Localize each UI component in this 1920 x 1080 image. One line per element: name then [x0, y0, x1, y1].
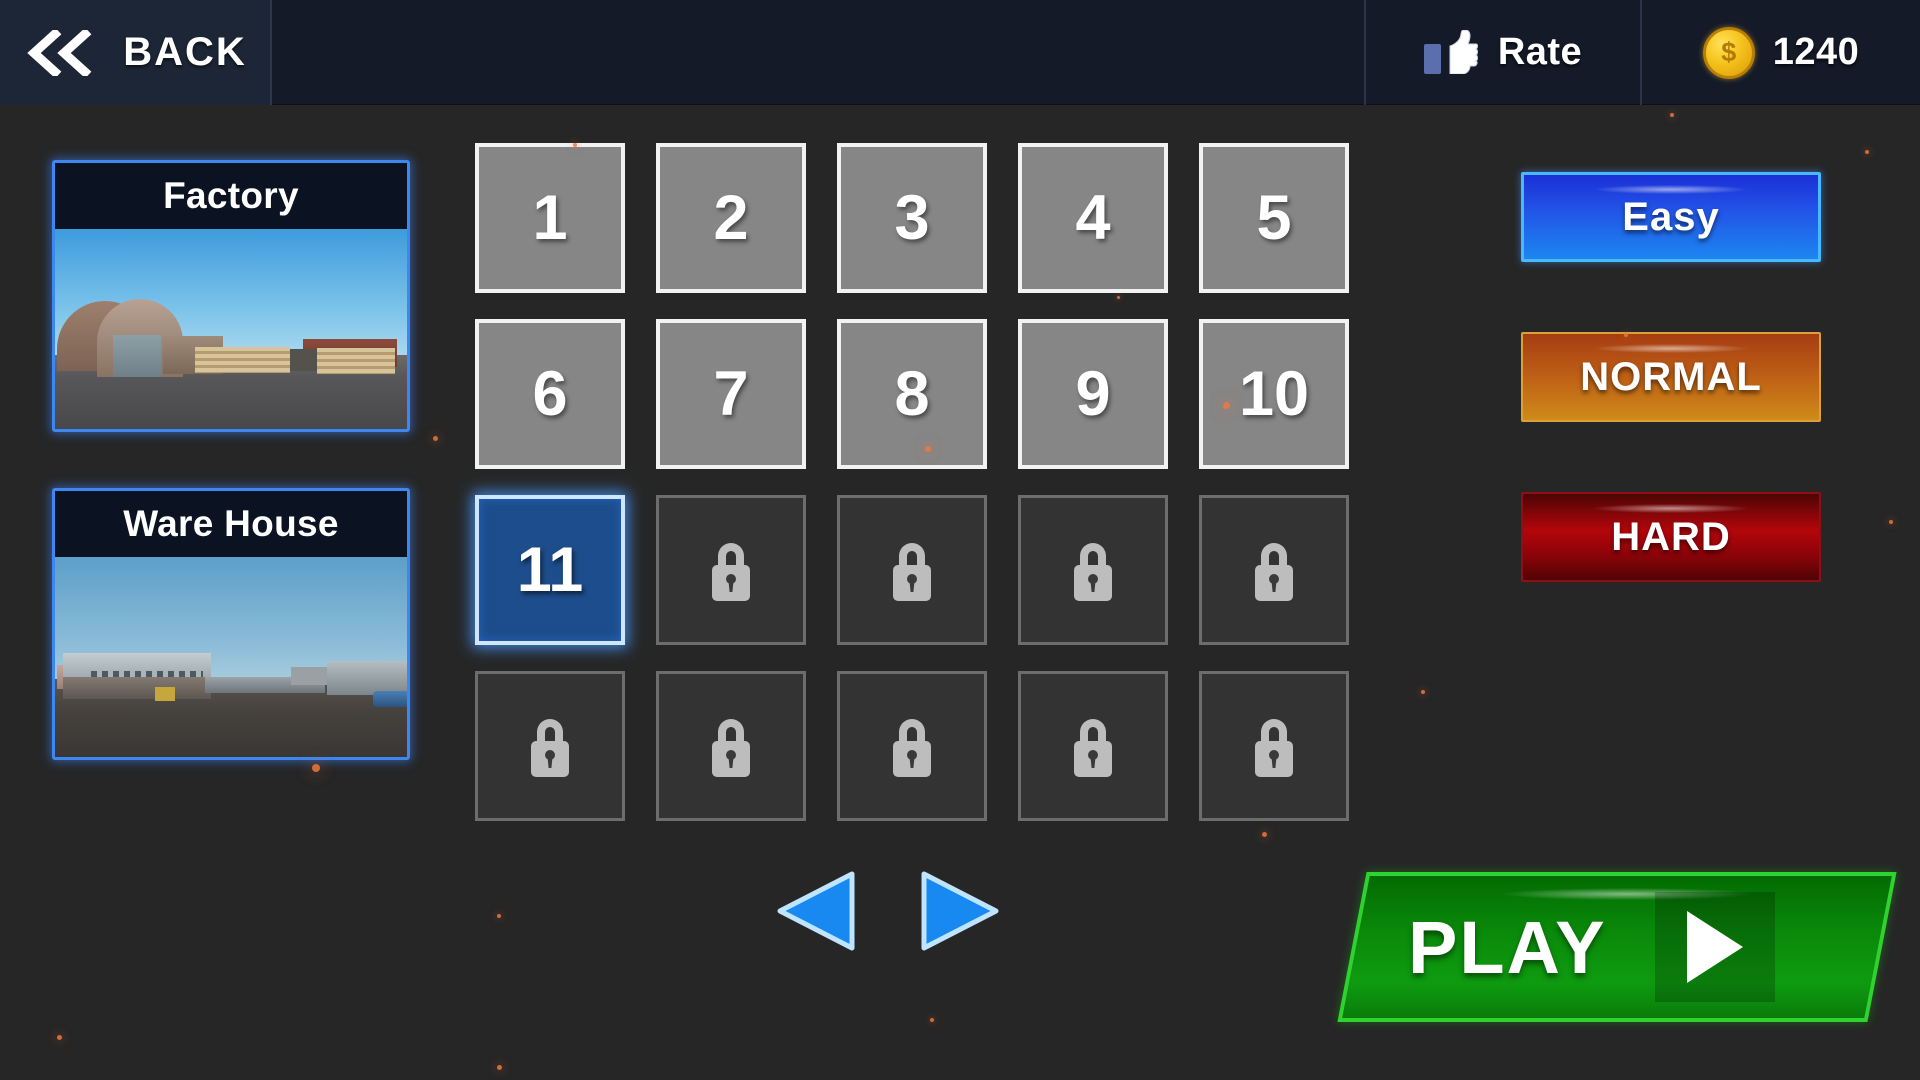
level-tile-label: 7 [713, 358, 749, 429]
ambient-spark [433, 436, 438, 441]
level-tile-label: 5 [1256, 182, 1292, 253]
difficulty-hard-button[interactable]: HARD [1521, 492, 1821, 582]
rate-button[interactable]: Rate [1364, 0, 1640, 105]
level-tile-label: 4 [1075, 182, 1111, 253]
triangle-right-icon[interactable] [916, 868, 1006, 954]
level-tile-1[interactable]: 1 [475, 143, 625, 293]
level-tile-locked[interactable] [837, 671, 987, 821]
level-tile-2[interactable]: 2 [656, 143, 806, 293]
map-title-warehouse: Ware House [55, 491, 407, 557]
play-triangle-icon [1654, 892, 1775, 1002]
thumbs-up-icon [1423, 29, 1480, 76]
level-tile-5[interactable]: 5 [1199, 143, 1349, 293]
padlock-icon [712, 719, 750, 777]
level-tile-locked[interactable] [1018, 495, 1168, 645]
ambient-spark [1262, 832, 1267, 837]
ambient-spark [1670, 113, 1674, 117]
level-tile-7[interactable]: 7 [656, 319, 806, 469]
level-tile-8[interactable]: 8 [837, 319, 987, 469]
level-tile-6[interactable]: 6 [475, 319, 625, 469]
ambient-spark [57, 1035, 62, 1040]
coin-amount: 1240 [1772, 31, 1860, 73]
ambient-spark [1421, 690, 1425, 694]
map-thumbnail-column: Factory Ware House [52, 160, 410, 816]
level-tile-locked[interactable] [475, 671, 625, 821]
level-tile-3[interactable]: 3 [837, 143, 987, 293]
difficulty-easy-button[interactable]: Easy [1521, 172, 1821, 262]
level-tile-label: 1 [532, 182, 568, 253]
ambient-spark [497, 1065, 502, 1070]
level-tile-4[interactable]: 4 [1018, 143, 1168, 293]
map-preview-factory [55, 229, 407, 429]
level-tile-locked[interactable] [1199, 495, 1349, 645]
back-button[interactable]: BACK [0, 0, 272, 105]
difficulty-hard-label: HARD [1611, 514, 1731, 559]
ambient-spark [1865, 150, 1869, 154]
ambient-spark [930, 1018, 934, 1022]
level-tile-label: 8 [894, 358, 930, 429]
level-tile-label: 6 [532, 358, 568, 429]
difficulty-normal-button[interactable]: NORMAL [1521, 332, 1821, 422]
play-button-label: PLAY [1408, 905, 1607, 989]
difficulty-normal-label: NORMAL [1580, 354, 1762, 399]
difficulty-selector: Easy NORMAL HARD [1521, 172, 1821, 652]
padlock-icon [893, 719, 931, 777]
map-card-warehouse[interactable]: Ware House [52, 488, 410, 760]
level-tile-locked[interactable] [837, 495, 987, 645]
map-title-factory: Factory [55, 163, 407, 229]
map-card-factory[interactable]: Factory [52, 160, 410, 432]
level-tile-10[interactable]: 10 [1199, 319, 1349, 469]
level-tile-locked[interactable] [656, 671, 806, 821]
rate-label: Rate [1497, 31, 1583, 73]
level-tile-locked[interactable] [656, 495, 806, 645]
level-tile-label: 3 [894, 182, 930, 253]
level-tile-locked[interactable] [1018, 671, 1168, 821]
gold-coin-icon: $ [1702, 26, 1755, 79]
top-header-bar: BACK Rate $ 1240 [0, 0, 1920, 105]
difficulty-easy-label: Easy [1622, 194, 1720, 239]
padlock-icon [1074, 543, 1112, 601]
map-preview-warehouse [55, 557, 407, 757]
padlock-icon [1255, 719, 1293, 777]
double-chevron-left-icon [23, 29, 97, 76]
padlock-icon [712, 543, 750, 601]
level-tile-label: 11 [516, 534, 584, 605]
ambient-spark [1889, 520, 1893, 524]
level-grid: 1 2 3 4 5 6 7 8 9 10 11 [475, 143, 1349, 821]
level-tile-label: 9 [1075, 358, 1111, 429]
level-pager [770, 868, 1006, 954]
level-tile-locked[interactable] [1199, 671, 1349, 821]
ambient-spark [497, 914, 501, 918]
padlock-icon [1255, 543, 1293, 601]
level-tile-9[interactable]: 9 [1018, 319, 1168, 469]
level-tile-label: 2 [713, 182, 749, 253]
play-button[interactable]: PLAY [1337, 872, 1897, 1022]
header-spacer [272, 0, 1364, 104]
back-button-label: BACK [123, 30, 247, 74]
triangle-left-icon[interactable] [770, 868, 860, 954]
padlock-icon [531, 719, 569, 777]
padlock-icon [893, 543, 931, 601]
level-tile-11[interactable]: 11 [475, 495, 625, 645]
level-tile-label: 10 [1238, 358, 1310, 429]
game-level-select-screen: BACK Rate $ 1240 Factory Ware House 1 2 … [0, 0, 1920, 1080]
padlock-icon [1074, 719, 1112, 777]
coin-balance[interactable]: $ 1240 [1640, 0, 1920, 105]
